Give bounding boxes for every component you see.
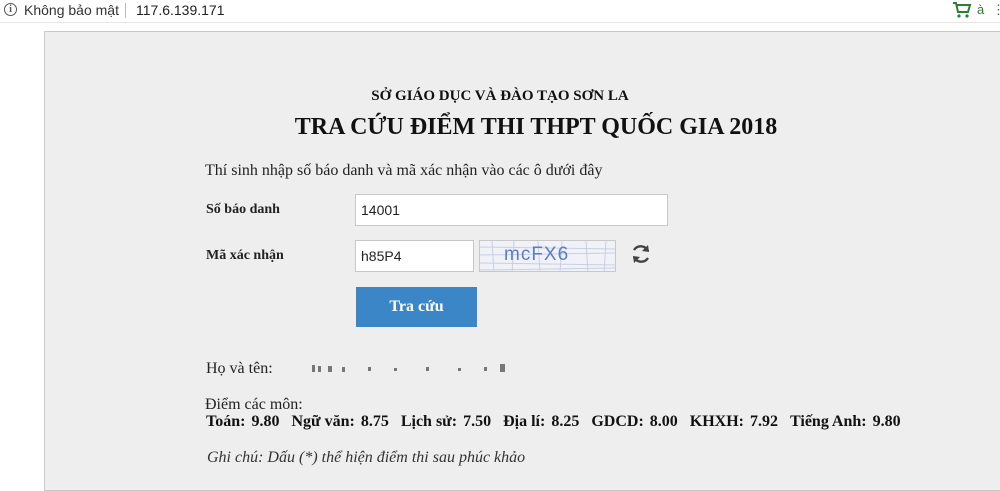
score-value: 7.50 — [463, 413, 492, 430]
score-value: 8.75 — [360, 413, 389, 430]
refresh-captcha-icon[interactable] — [629, 242, 653, 271]
sbd-input[interactable]: 14001 — [355, 194, 668, 226]
score-subject: Lịch sử: — [400, 413, 458, 430]
score-subject: GDCD: — [591, 413, 644, 430]
intro-text: Thí sinh nhập số báo danh và mã xác nhận… — [205, 162, 603, 179]
info-icon[interactable]: i — [4, 3, 17, 16]
more-icon[interactable]: ⋮ — [992, 2, 1000, 18]
address-divider — [125, 3, 126, 18]
score-item: Địa lí: 8.25 — [503, 413, 579, 431]
translate-icon[interactable]: à — [977, 2, 984, 17]
score-subject: Tiếng Anh: — [789, 413, 867, 430]
browser-address-bar: i Không bảo mật 117.6.139.171 à ⋮ — [0, 0, 1000, 23]
score-value: 7.92 — [749, 413, 778, 430]
score-item: KHXH: 7.92 — [690, 413, 778, 431]
score-value: 8.00 — [649, 413, 678, 430]
mxn-input[interactable]: h85P4 — [355, 240, 474, 272]
score-subject: KHXH: — [689, 413, 744, 430]
score-value: 9.80 — [251, 413, 280, 430]
sbd-label: Số báo danh — [206, 202, 280, 217]
mxn-label: Mã xác nhận — [206, 248, 284, 263]
score-value: 9.80 — [872, 413, 901, 430]
scores-label: Điểm các môn: — [205, 396, 303, 413]
score-subject: Ngữ văn: — [291, 413, 355, 430]
captcha-text: mcFX6 — [504, 244, 570, 265]
captcha-image: mcFX6 — [479, 240, 616, 272]
shopping-cart-icon[interactable] — [952, 1, 972, 22]
score-subject: Toán: — [206, 413, 246, 430]
score-item: Lịch sử: 7.50 — [401, 413, 491, 431]
page-title: TRA CỨU ĐIỂM THI THPT QUỐC GIA 2018 — [294, 114, 778, 140]
url-text[interactable]: 117.6.139.171 — [136, 2, 225, 18]
score-item: Tiếng Anh: 9.80 — [790, 413, 901, 431]
security-status[interactable]: Không bảo mật — [24, 2, 119, 18]
name-label: Họ và tên: — [206, 360, 273, 377]
scores-row: Toán: 9.80 Ngữ văn: 8.75 Lịch sử: 7.50 Địa … — [206, 413, 909, 431]
score-item: Ngữ văn: 8.75 — [291, 413, 388, 431]
name-value-redacted — [308, 362, 508, 376]
score-subject: Địa lí: — [503, 413, 546, 430]
note-text: Ghi chú: Dấu (*) thể hiện điểm thi sau p… — [207, 449, 526, 466]
score-value: 8.25 — [551, 413, 580, 430]
score-item: GDCD: 8.00 — [591, 413, 677, 431]
org-name: SỞ GIÁO DỤC VÀ ĐÀO TẠO SƠN LA — [371, 88, 629, 104]
score-item: Toán: 9.80 — [206, 413, 279, 431]
submit-button[interactable]: Tra cứu — [356, 287, 477, 327]
